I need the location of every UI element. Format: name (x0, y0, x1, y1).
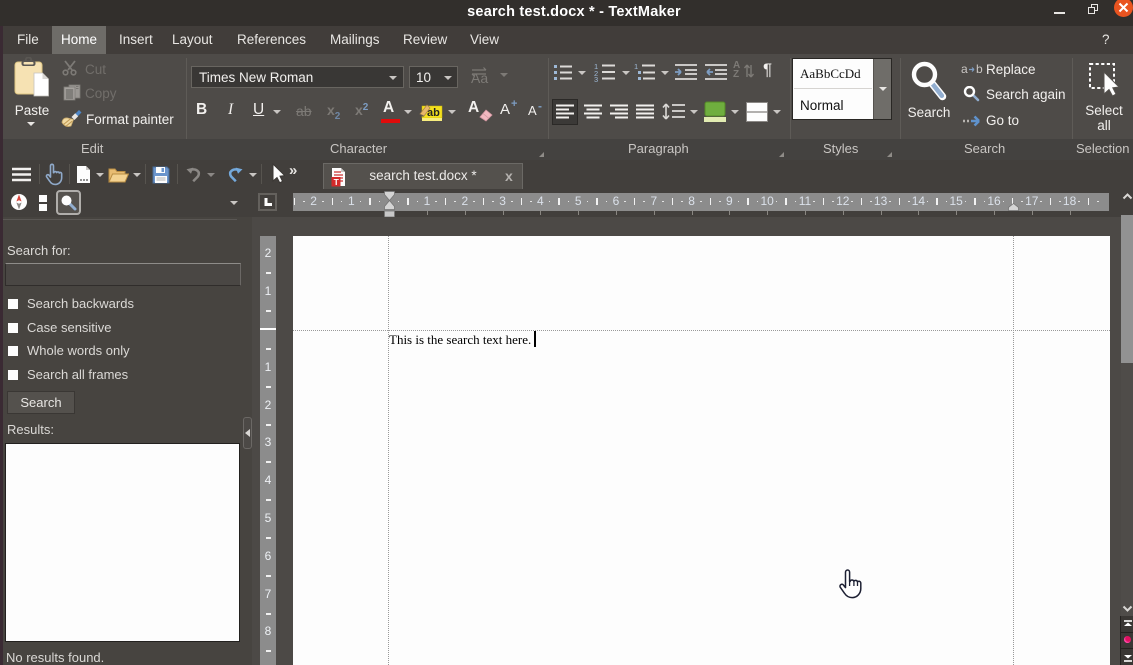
svg-text:b: b (976, 63, 983, 76)
svg-text:a: a (961, 63, 968, 76)
svg-text:3: 3 (594, 75, 598, 82)
svg-text:1: 1 (634, 62, 638, 71)
